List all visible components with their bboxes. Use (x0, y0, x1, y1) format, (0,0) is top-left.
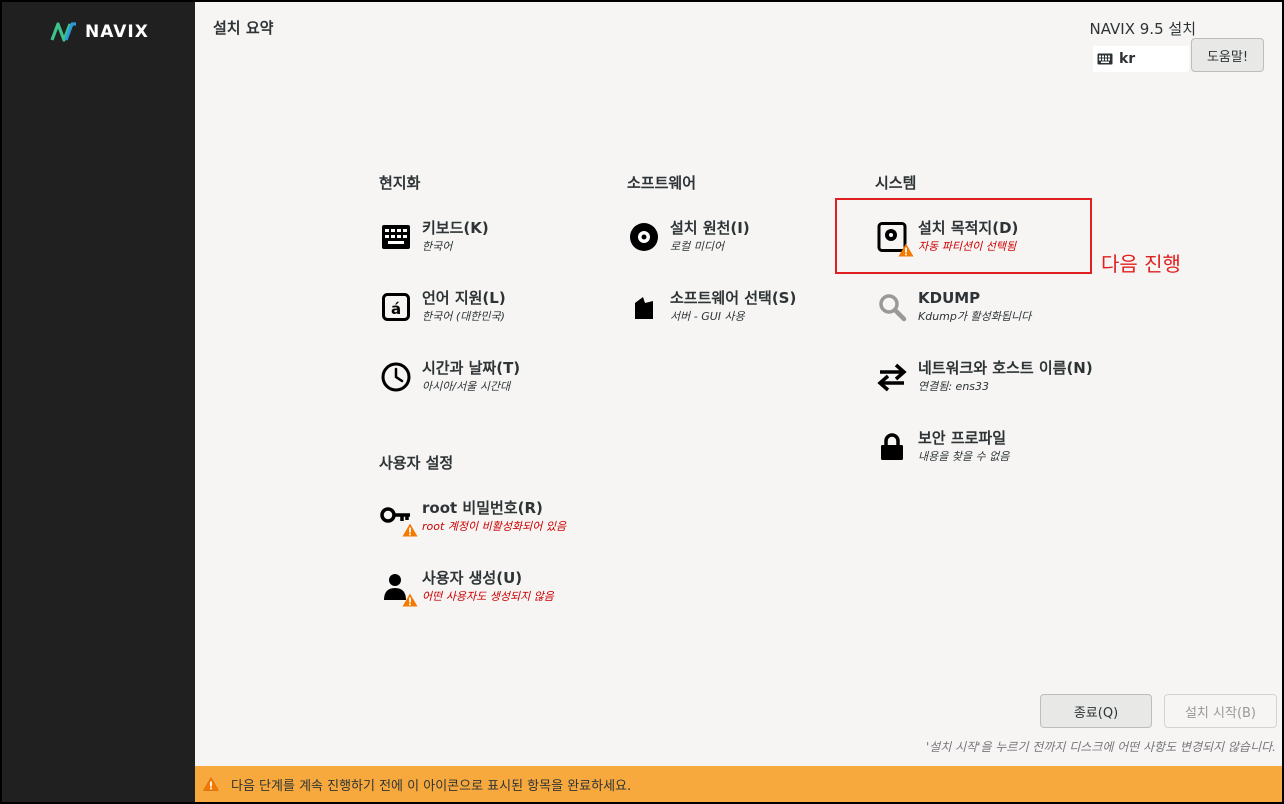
category-user-settings: 사용자 설정 (379, 454, 454, 472)
spoke-security-profile[interactable]: 보안 프로파일 내용을 찾을 수 없음 (876, 428, 1009, 465)
spoke-network-title: 네트워크와 호스트 이름(N) (918, 359, 1093, 377)
warning-bar-text: 다음 단계를 계속 진행하기 전에 이 아이콘으로 표시된 항목을 완료하세요. (231, 778, 632, 794)
warning-icon (203, 777, 219, 791)
warning-icon (402, 523, 418, 537)
annotation-highlight-box (835, 198, 1092, 274)
spoke-software-status: 서버 - GUI 사용 (670, 310, 745, 323)
keyboard-icon (380, 221, 412, 253)
category-software: 소프트웨어 (627, 174, 697, 192)
spoke-software-selection[interactable]: 소프트웨어 선택(S) 서버 - GUI 사용 (628, 288, 796, 325)
brand-name: NAVIX (85, 22, 149, 42)
spoke-keyboard[interactable]: 키보드(K) 한국어 (380, 218, 489, 255)
key-icon (380, 501, 418, 537)
user-icon (380, 571, 418, 607)
warning-icon (402, 593, 418, 607)
navix-logo-icon (50, 22, 76, 42)
spoke-security-title: 보안 프로파일 (918, 429, 1007, 447)
spoke-root-status: root 계정이 비활성화되어 있음 (422, 520, 567, 533)
spoke-user-title: 사용자 생성(U) (422, 569, 523, 587)
spoke-user-status: 어떤 사용자도 생성되지 않음 (422, 590, 554, 603)
product-title: NAVIX 9.5 설치 (1089, 20, 1196, 38)
spoke-language[interactable]: á 언어 지원(L) 한국어 (대한민국) (380, 288, 506, 325)
keyboard-layout-label: kr (1119, 51, 1136, 67)
package-icon (628, 291, 660, 323)
keyboard-layout-indicator[interactable]: kr (1093, 46, 1189, 72)
spoke-language-title: 언어 지원(L) (422, 289, 506, 307)
svg-text:á: á (391, 300, 401, 318)
magnifier-icon (876, 291, 908, 323)
annotation-next-step-label: 다음 진행 (1101, 252, 1181, 276)
spoke-software-title: 소프트웨어 선택(S) (670, 289, 797, 307)
spoke-keyboard-title: 키보드(K) (422, 219, 489, 237)
keyboard-small-icon (1097, 53, 1113, 65)
spoke-kdump-status: Kdump가 활성화됩니다 (918, 310, 1032, 323)
quit-button[interactable]: 종료(Q) (1040, 694, 1152, 728)
spoke-user-creation[interactable]: 사용자 생성(U) 어떤 사용자도 생성되지 않음 (380, 568, 554, 607)
clock-icon (380, 361, 412, 393)
language-icon: á (380, 291, 412, 323)
spoke-keyboard-status: 한국어 (422, 240, 453, 253)
spoke-datetime[interactable]: 시간과 날짜(T) 아시아/서울 시간대 (380, 358, 520, 395)
begin-installation-button[interactable]: 설치 시작(B) (1164, 694, 1277, 728)
spoke-security-status: 내용을 찾을 수 없음 (918, 450, 1010, 463)
spoke-datetime-status: 아시아/서울 시간대 (422, 380, 511, 393)
footer-note: '설치 시작'을 누르기 전까지 디스크에 어떤 사항도 변경되지 않습니다. (925, 740, 1276, 754)
category-system: 시스템 (875, 174, 917, 192)
brand-logo: NAVIX (50, 22, 149, 42)
spoke-source-status: 로컬 미디어 (670, 240, 725, 253)
lock-icon (876, 431, 908, 463)
spoke-root-title: root 비밀번호(R) (422, 499, 543, 517)
help-button[interactable]: 도움말! (1191, 38, 1264, 72)
spoke-installation-source[interactable]: 설치 원천(I) 로컬 미디어 (628, 218, 750, 255)
category-localization: 현지화 (379, 174, 421, 192)
network-arrows-icon (876, 361, 908, 393)
spoke-network-hostname[interactable]: 네트워크와 호스트 이름(N) 연결됨: ens33 (876, 358, 1093, 395)
sidebar: NAVIX (2, 2, 195, 802)
spoke-source-title: 설치 원천(I) (670, 219, 750, 237)
installation-summary-hub: 설치 요약 NAVIX 9.5 설치 kr 도움말! 현지화 소프트웨어 시스템… (195, 2, 1282, 766)
spoke-network-status: 연결됨: ens33 (918, 380, 990, 393)
spoke-root-password[interactable]: root 비밀번호(R) root 계정이 비활성화되어 있음 (380, 498, 567, 537)
spoke-kdump-title: KDUMP (918, 289, 981, 307)
spoke-language-status: 한국어 (대한민국) (422, 310, 505, 323)
warning-bar: 다음 단계를 계속 진행하기 전에 이 아이콘으로 표시된 항목을 완료하세요. (195, 766, 1282, 802)
spoke-kdump[interactable]: KDUMP Kdump가 활성화됩니다 (876, 288, 1031, 325)
spoke-datetime-title: 시간과 날짜(T) (422, 359, 521, 377)
page-title: 설치 요약 (213, 19, 274, 37)
disc-icon (628, 221, 660, 253)
